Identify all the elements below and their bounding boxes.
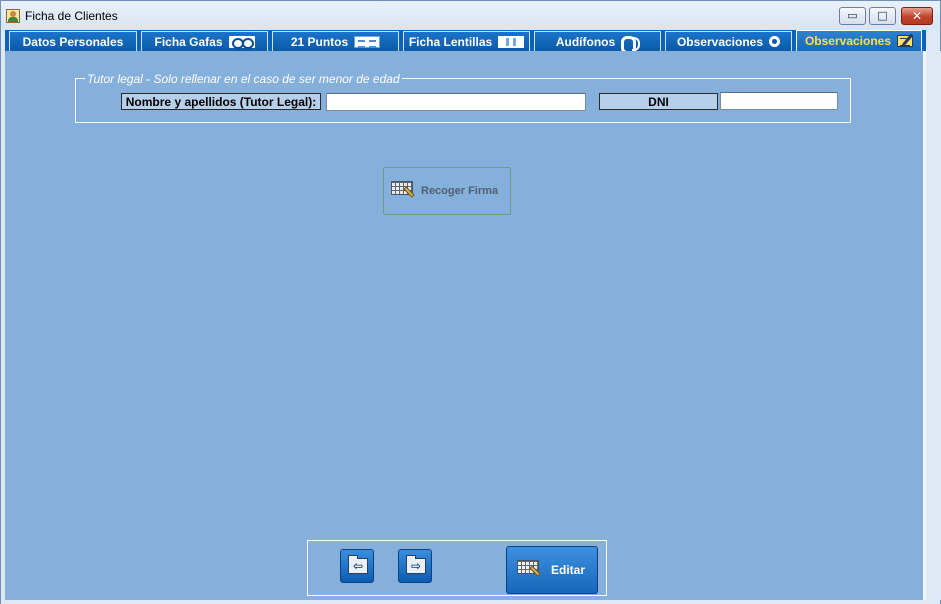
client-record-window: Ficha de Clientes ▭ □ ✕ Datos Personales…	[0, 0, 941, 604]
tutor-name-label: Nombre y apellidos (Tutor Legal):	[121, 93, 321, 110]
dni-input[interactable]	[720, 92, 838, 110]
tutor-legal-legend: Tutor legal - Solo rellenar en el caso d…	[85, 72, 402, 86]
tutor-legal-group: Tutor legal - Solo rellenar en el caso d…	[75, 72, 851, 123]
tab-label: Observaciones	[804, 34, 892, 48]
close-icon: ✕	[911, 9, 923, 23]
tab-21-puntos[interactable]: 21 Puntos	[272, 31, 399, 51]
tab-label: Ficha Gafas	[154, 34, 223, 49]
tutor-name-label-text: Nombre y apellidos (Tutor Legal):	[125, 94, 317, 109]
dni-label: DNI	[599, 93, 718, 110]
note-edit-icon	[897, 35, 914, 47]
close-button[interactable]: ✕	[901, 7, 933, 25]
tab-label: Datos Personales	[22, 34, 124, 49]
window-title: Ficha de Clientes	[25, 9, 118, 23]
tab-observaciones-firma[interactable]: Observaciones	[796, 30, 922, 51]
keyboard-pen-icon	[391, 181, 415, 201]
tab-bar: Datos Personales Ficha Gafas 21 Puntos F…	[5, 30, 926, 54]
collect-signature-label: Recoger Firma	[421, 185, 499, 197]
glasses-icon	[228, 35, 255, 49]
circle-dot-icon	[769, 36, 781, 47]
minimize-button[interactable]: ▭	[839, 7, 866, 25]
minimize-icon: ▭	[847, 9, 858, 22]
tab-ficha-gafas[interactable]: Ficha Gafas	[141, 31, 268, 51]
previous-record-button[interactable]: ⇦	[340, 549, 374, 583]
tab-label: 21 Puntos	[290, 34, 349, 49]
folder-icon: ⇨	[406, 555, 426, 574]
keyboard-pen-icon	[517, 560, 541, 580]
arrow-left-icon: ⇦	[352, 559, 364, 573]
title-bar: Ficha de Clientes ▭ □ ✕	[1, 1, 940, 30]
ear-icon	[621, 35, 641, 54]
app-user-icon	[6, 9, 20, 23]
tab-label: Ficha Lentillas	[408, 34, 493, 49]
maximize-icon: □	[877, 9, 888, 22]
tab-ficha-lentillas[interactable]: Ficha Lentillas	[403, 31, 530, 51]
tab-content-panel: Tutor legal - Solo rellenar en el caso d…	[5, 51, 923, 600]
tab-audifonos[interactable]: Audífonos	[534, 31, 661, 54]
collect-signature-button[interactable]: Recoger Firma	[383, 167, 511, 215]
tab-label: Audífonos	[555, 34, 616, 49]
points-icon	[354, 35, 381, 48]
folder-icon: ⇦	[348, 555, 368, 574]
maximize-button[interactable]: □	[869, 7, 896, 25]
record-navigation-panel: ⇦ ⇨ Editar	[307, 540, 607, 596]
next-record-button[interactable]: ⇨	[398, 549, 432, 583]
tab-label: Observaciones	[676, 34, 764, 49]
tutor-name-input[interactable]	[326, 93, 586, 111]
arrow-right-icon: ⇨	[410, 559, 422, 573]
dni-label-text: DNI	[648, 94, 669, 109]
contact-lens-icon	[498, 35, 525, 48]
window-bottom-frame	[1, 600, 940, 604]
window-side-frame	[926, 51, 941, 600]
tab-observaciones[interactable]: Observaciones	[665, 31, 792, 51]
edit-button[interactable]: Editar	[506, 546, 598, 594]
tab-datos-personales[interactable]: Datos Personales	[9, 31, 137, 51]
edit-label: Editar	[551, 563, 586, 577]
